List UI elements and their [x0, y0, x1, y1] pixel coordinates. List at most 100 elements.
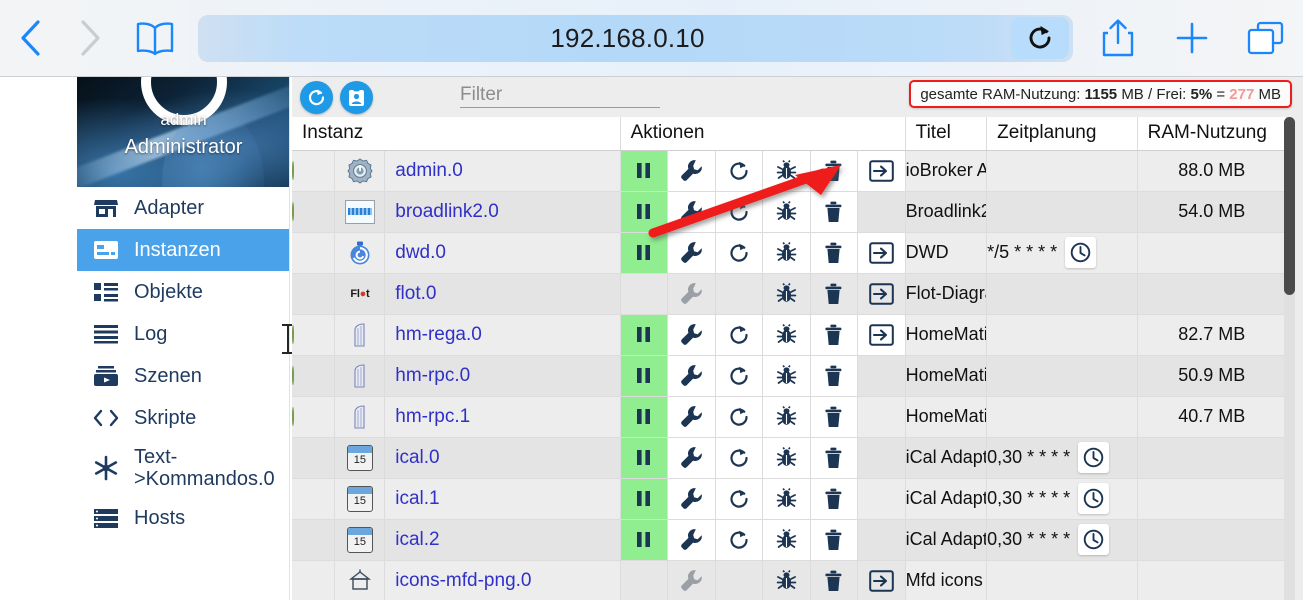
schedule-clock-button[interactable] [1065, 237, 1097, 268]
action-delete[interactable] [810, 150, 859, 192]
sidebar-item-adapter[interactable]: Adapter [77, 187, 289, 229]
action-settings[interactable] [667, 273, 716, 315]
action-delete[interactable] [810, 396, 859, 438]
action-delete[interactable] [810, 191, 859, 233]
action-settings[interactable] [667, 355, 716, 397]
action-link[interactable] [857, 273, 906, 315]
action-restart[interactable] [715, 396, 764, 438]
action-debug[interactable] [762, 437, 811, 479]
sidebar-item-objekte[interactable]: Objekte [77, 271, 289, 313]
action-debug[interactable] [762, 478, 811, 520]
action-delete[interactable] [810, 560, 859, 602]
sidebar-item-skripte[interactable]: Skripte [77, 397, 289, 439]
schedule-cell[interactable]: 0,30 * * * * [986, 437, 1138, 479]
action-settings[interactable] [667, 437, 716, 479]
action-pause[interactable] [620, 232, 669, 274]
instance-name-cell[interactable]: flot.0 [384, 273, 621, 315]
table-row[interactable]: Fl●t flot.0 Flot-Diagra [292, 273, 1288, 315]
address-bar[interactable]: 192.168.0.10 [198, 14, 1073, 62]
action-pause[interactable] [620, 355, 669, 397]
schedule-cell[interactable]: 0,30 * * * * [986, 519, 1138, 561]
action-debug[interactable] [762, 273, 811, 315]
action-delete[interactable] [810, 273, 859, 315]
action-delete[interactable] [810, 437, 859, 479]
sidebar-item-hosts[interactable]: Hosts [77, 497, 289, 539]
header-zeitplanung[interactable]: Zeitplanung [986, 117, 1138, 151]
table-row[interactable]: hm-rpc.1 HomeMati 40.7 MB [292, 396, 1288, 438]
action-settings[interactable] [667, 478, 716, 520]
action-restart[interactable] [715, 314, 764, 356]
action-restart[interactable] [715, 437, 764, 479]
action-settings[interactable] [667, 519, 716, 561]
action-debug[interactable] [762, 396, 811, 438]
table-row[interactable]: 15 ical.0 iCal Adapt 0,30 * * * * [292, 437, 1288, 479]
table-row[interactable]: hm-rega.0 HomeMati 82.7 MB [292, 314, 1288, 356]
table-row[interactable]: hm-rpc.0 HomeMati 50.9 MB [292, 355, 1288, 397]
instance-name-cell[interactable]: ical.0 [384, 437, 621, 479]
action-debug[interactable] [762, 150, 811, 192]
vertical-scrollbar[interactable] [1284, 117, 1295, 609]
share-button[interactable] [1081, 8, 1155, 68]
action-debug[interactable] [762, 355, 811, 397]
table-row[interactable]: 15 ical.2 iCal Adapt 0,30 * * * * [292, 519, 1288, 561]
action-pause[interactable] [620, 314, 669, 356]
action-pause[interactable] [620, 150, 669, 192]
schedule-clock-button[interactable] [1078, 442, 1110, 473]
table-row[interactable]: admin.0 ioBroker A 88.0 MB [292, 150, 1288, 192]
action-debug[interactable] [762, 560, 811, 602]
sidebar-item-text-kommandos[interactable]: Text->Kommandos.0 [77, 439, 289, 497]
action-restart[interactable] [715, 478, 764, 520]
action-delete[interactable] [810, 232, 859, 274]
action-debug[interactable] [762, 519, 811, 561]
refresh-button[interactable] [300, 81, 333, 114]
action-settings[interactable] [667, 314, 716, 356]
table-row[interactable]: 15 ical.1 iCal Adapt 0,30 * * * * [292, 478, 1288, 520]
instance-name-cell[interactable]: icons-mfd-png.0 [384, 560, 621, 602]
header-titel[interactable]: Titel [905, 117, 988, 151]
action-restart[interactable] [715, 232, 764, 274]
schedule-clock-button[interactable] [1078, 483, 1110, 514]
filter-input[interactable] [460, 82, 660, 108]
action-pause[interactable] [620, 191, 669, 233]
action-delete[interactable] [810, 314, 859, 356]
action-settings[interactable] [667, 232, 716, 274]
action-delete[interactable] [810, 355, 859, 397]
action-link[interactable] [857, 314, 906, 356]
action-settings[interactable] [667, 560, 716, 602]
action-pause[interactable] [620, 396, 669, 438]
new-tab-button[interactable] [1155, 8, 1229, 68]
action-settings[interactable] [667, 191, 716, 233]
action-pause[interactable] [620, 437, 669, 479]
schedule-clock-button[interactable] [1078, 524, 1110, 555]
bookmarks-button[interactable] [120, 8, 190, 68]
table-row[interactable]: icons-mfd-png.0 Mfd icons [292, 560, 1288, 602]
instance-name-cell[interactable]: dwd.0 [384, 232, 621, 274]
action-restart[interactable] [715, 355, 764, 397]
table-row[interactable]: broadlink2.0 Broadlink2 54.0 MB [292, 191, 1288, 233]
scrollbar-thumb[interactable] [1284, 117, 1295, 295]
action-restart[interactable] [715, 519, 764, 561]
action-debug[interactable] [762, 191, 811, 233]
schedule-cell[interactable]: */5 * * * * [986, 232, 1138, 274]
action-link[interactable] [857, 560, 906, 602]
action-settings[interactable] [667, 150, 716, 192]
schedule-cell[interactable]: 0,30 * * * * [986, 478, 1138, 520]
action-delete[interactable] [810, 478, 859, 520]
action-restart[interactable] [715, 191, 764, 233]
instance-name-cell[interactable]: hm-rpc.1 [384, 396, 621, 438]
header-ram[interactable]: RAM-Nutzung [1137, 117, 1288, 151]
instance-name-cell[interactable]: ical.2 [384, 519, 621, 561]
action-debug[interactable] [762, 232, 811, 274]
sidebar-item-szenen[interactable]: Szenen [77, 355, 289, 397]
instance-name-cell[interactable]: hm-rpc.0 [384, 355, 621, 397]
action-delete[interactable] [810, 519, 859, 561]
sidebar-item-instanzen[interactable]: Instanzen [77, 229, 289, 271]
action-link[interactable] [857, 150, 906, 192]
action-settings[interactable] [667, 396, 716, 438]
instance-name-cell[interactable]: broadlink2.0 [384, 191, 621, 233]
instance-name-cell[interactable]: ical.1 [384, 478, 621, 520]
header-instanz[interactable]: Instanz [292, 117, 621, 151]
header-aktionen[interactable]: Aktionen [620, 117, 906, 151]
instance-name-cell[interactable]: admin.0 [384, 150, 621, 192]
address-reload-button[interactable] [1011, 17, 1069, 59]
